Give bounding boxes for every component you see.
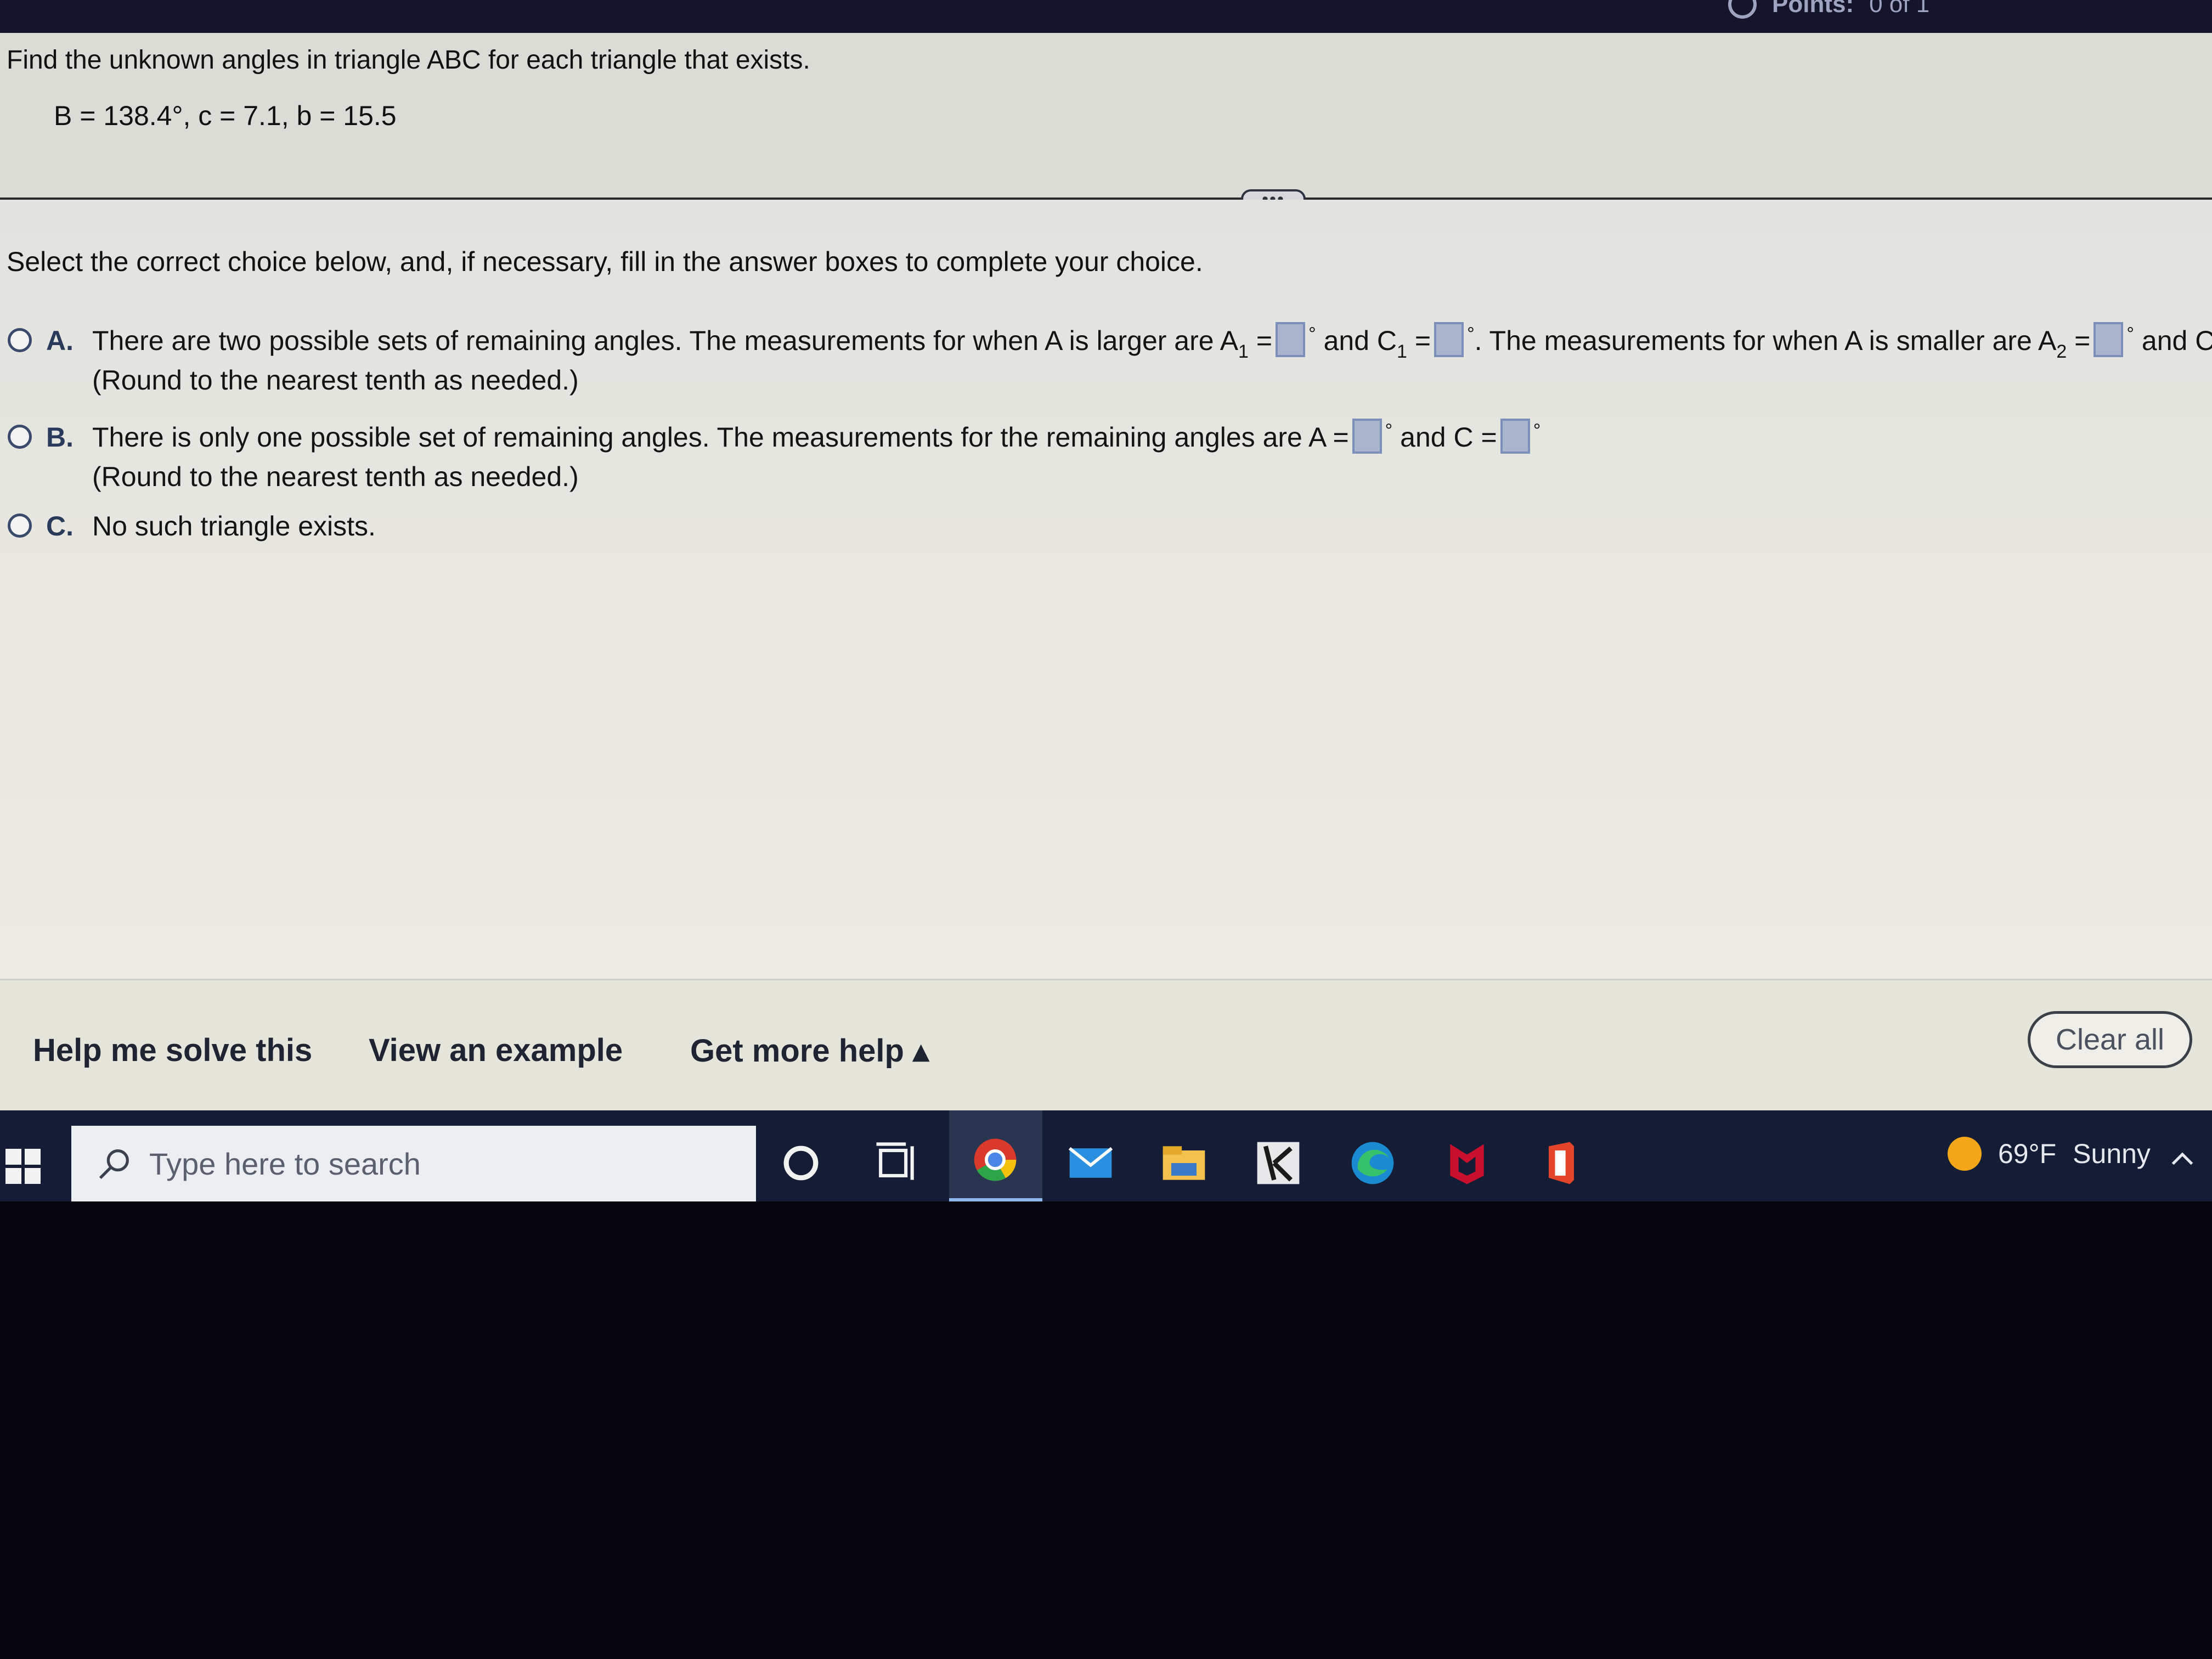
points-value: 0 of 1 xyxy=(1869,0,1930,18)
cortana-icon[interactable] xyxy=(776,1138,826,1188)
degree-symbol: ° xyxy=(1385,420,1393,441)
equals-sign: = xyxy=(1414,325,1431,356)
choice-a-part2: and C xyxy=(1323,325,1397,356)
chrome-icon[interactable] xyxy=(970,1135,1020,1185)
weather-widget[interactable]: 69°F Sunny xyxy=(1948,1137,2151,1171)
answer-panel: Select the correct choice below, and, if… xyxy=(0,200,2212,979)
choice-c-radio[interactable] xyxy=(8,514,32,538)
answer-box-c[interactable] xyxy=(1500,418,1530,454)
screen: Points: 0 of 1 Find the unknown angles i… xyxy=(0,0,2212,1201)
equals-sign: = xyxy=(1256,325,1273,356)
subscript-1: 1 xyxy=(1238,341,1249,362)
sun-icon xyxy=(1948,1137,1982,1171)
equals-sign: = xyxy=(2074,325,2091,356)
choice-b-note: (Round to the nearest tenth as needed.) xyxy=(92,461,579,492)
view-example-link[interactable]: View an example xyxy=(369,1032,623,1069)
task-view-icon[interactable] xyxy=(870,1138,921,1188)
clear-all-button[interactable]: Clear all xyxy=(2028,1011,2192,1068)
top-bar: Points: 0 of 1 xyxy=(0,0,2212,33)
search-placeholder: Type here to search xyxy=(149,1146,421,1181)
get-more-help-link[interactable]: Get more help ▴ xyxy=(690,1032,929,1069)
office-icon[interactable] xyxy=(1536,1138,1587,1188)
degree-symbol: ° xyxy=(1308,324,1316,345)
instruction-text: Select the correct choice below, and, if… xyxy=(7,246,1203,277)
choice-a-part3: . The measurements for when A is smaller… xyxy=(1474,325,2057,356)
points-ring-icon xyxy=(1728,0,1757,19)
answer-box-a2[interactable] xyxy=(2094,321,2124,357)
choice-b-radio[interactable] xyxy=(8,425,32,449)
mail-icon[interactable] xyxy=(1065,1138,1116,1188)
help-me-solve-link[interactable]: Help me solve this xyxy=(33,1032,312,1069)
points-label: Points: xyxy=(1772,0,1854,18)
question-title: Find the unknown angles in triangle ABC … xyxy=(7,46,810,75)
mcafee-icon[interactable] xyxy=(1442,1138,1492,1188)
taskbar-search-box[interactable]: Type here to search xyxy=(71,1126,756,1201)
answer-box-c1[interactable] xyxy=(1434,321,1464,357)
chrome-active-slot[interactable] xyxy=(949,1110,1042,1201)
points-indicator: Points: 0 of 1 xyxy=(1728,0,1929,21)
choice-b-part1: There is only one possible set of remain… xyxy=(92,422,1349,453)
edge-icon[interactable] xyxy=(1347,1138,1398,1188)
footer-bar: Help me solve this View an example Get m… xyxy=(0,979,2212,1112)
chevron-up-icon[interactable] xyxy=(2166,1143,2199,1176)
answer-box-a1[interactable] xyxy=(1276,321,1306,357)
weather-temp: 69°F xyxy=(1998,1138,2057,1169)
choice-a-part1: There are two possible sets of remaining… xyxy=(92,325,1239,356)
taskbar: Type here to search 69°F Sunny xyxy=(0,1110,2212,1201)
choice-a-letter: A. xyxy=(46,325,74,356)
windows-start-icon[interactable] xyxy=(5,1149,41,1184)
file-explorer-icon[interactable] xyxy=(1159,1138,1209,1188)
search-icon xyxy=(99,1149,129,1180)
question-given: B = 138.4°, c = 7.1, b = 15.5 xyxy=(54,100,397,131)
degree-symbol: ° xyxy=(1533,420,1541,441)
choice-b-letter: B. xyxy=(46,422,74,453)
choice-a-note: (Round to the nearest tenth as needed.) xyxy=(92,365,579,396)
answer-box-a[interactable] xyxy=(1352,418,1382,454)
weather-condition: Sunny xyxy=(2073,1138,2151,1169)
degree-symbol: ° xyxy=(2126,324,2134,345)
degree-symbol: ° xyxy=(1467,324,1475,345)
choice-a-part4: and C xyxy=(2141,325,2212,356)
choice-a-text: There are two possible sets of remaining… xyxy=(92,321,2212,362)
choice-b-part2: and C = xyxy=(1400,422,1497,453)
app-icon[interactable] xyxy=(1253,1138,1304,1188)
subscript-2: 2 xyxy=(2056,341,2067,362)
subscript-1: 1 xyxy=(1397,341,1407,362)
choice-c-text: No such triangle exists. xyxy=(92,511,376,541)
choice-a-radio[interactable] xyxy=(8,328,32,352)
choice-b-text: There is only one possible set of remain… xyxy=(92,418,1541,457)
question-panel: Find the unknown angles in triangle ABC … xyxy=(0,33,2212,198)
choice-c-letter: C. xyxy=(46,511,74,541)
